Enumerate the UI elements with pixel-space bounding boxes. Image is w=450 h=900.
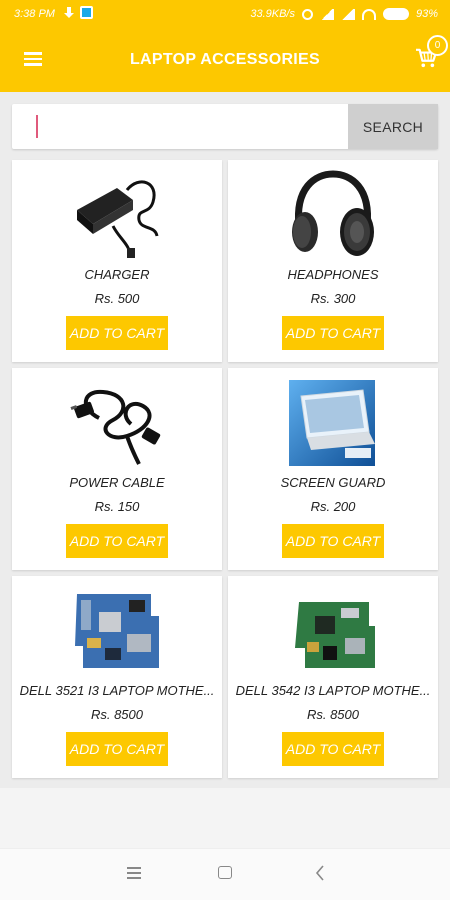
recent-apps-icon[interactable]: [127, 867, 141, 879]
network-speed: 33.9KB/s: [250, 8, 295, 20]
product-name: HEADPHONES: [287, 267, 379, 282]
product-name: POWER CABLE: [69, 475, 165, 490]
battery-percent: 93%: [415, 8, 438, 20]
signal-icon: [319, 8, 334, 20]
product-card[interactable]: HEADPHONES Rs. 300 ADD TO CART: [228, 160, 438, 362]
motherboard-image: [75, 594, 159, 668]
screen-guard-image: [289, 380, 375, 466]
back-icon[interactable]: [315, 865, 325, 881]
product-card[interactable]: SCREEN GUARD Rs. 200 ADD TO CART: [228, 368, 438, 570]
status-bar: 3:38 PM 33.9KB/s 93%: [0, 0, 450, 30]
product-name: DELL 3521 I3 LAPTOP MOTHE...: [19, 683, 215, 698]
app-notification-icon: [80, 6, 93, 19]
download-icon: [64, 6, 74, 19]
add-to-cart-button[interactable]: ADD TO CART: [66, 524, 168, 558]
battery-icon: [382, 8, 409, 20]
motherboard-image: [295, 602, 375, 668]
add-to-cart-button[interactable]: ADD TO CART: [282, 524, 384, 558]
wifi-icon: [361, 8, 376, 20]
product-name: SCREEN GUARD: [280, 475, 386, 490]
page-title: LAPTOP ACCESSORIES: [129, 51, 321, 68]
add-to-cart-button[interactable]: ADD TO CART: [66, 316, 168, 350]
add-to-cart-button[interactable]: ADD TO CART: [282, 732, 384, 766]
status-time: 3:38 PM: [14, 8, 55, 20]
headphones-image: [292, 170, 374, 256]
product-price: Rs. 300: [310, 291, 356, 306]
content-footer: [0, 788, 450, 848]
text-cursor: [36, 115, 38, 138]
product-card[interactable]: DELL 3542 I3 LAPTOP MOTHE... Rs. 8500 AD…: [228, 576, 438, 778]
add-to-cart-button[interactable]: ADD TO CART: [282, 316, 384, 350]
cart-count-badge[interactable]: 0: [427, 35, 448, 56]
search-bar: SEARCH: [12, 104, 438, 149]
search-input[interactable]: [12, 104, 336, 149]
product-price: Rs. 150: [94, 499, 140, 514]
product-name: DELL 3542 I3 LAPTOP MOTHE...: [235, 683, 431, 698]
product-card[interactable]: POWER CABLE Rs. 150 ADD TO CART: [12, 368, 222, 570]
home-icon[interactable]: [218, 866, 232, 879]
charger-image: [77, 180, 159, 258]
product-price: Rs. 8500: [306, 707, 360, 722]
search-button[interactable]: SEARCH: [348, 104, 438, 149]
power-cable-image: [70, 389, 161, 465]
product-price: Rs. 500: [94, 291, 140, 306]
system-navigation-bar: [0, 848, 450, 900]
alarm-icon: [301, 8, 313, 20]
product-price: Rs. 200: [310, 499, 356, 514]
product-price: Rs. 8500: [90, 707, 144, 722]
product-card[interactable]: DELL 3521 I3 LAPTOP MOTHE... Rs. 8500 AD…: [12, 576, 222, 778]
app-header: 3:38 PM 33.9KB/s 93% LAPTOP ACCESSORIES …: [0, 0, 450, 92]
signal-icon-2: [340, 8, 355, 20]
add-to-cart-button[interactable]: ADD TO CART: [66, 732, 168, 766]
product-name: CHARGER: [84, 267, 150, 282]
product-card[interactable]: CHARGER Rs. 500 ADD TO CART: [12, 160, 222, 362]
